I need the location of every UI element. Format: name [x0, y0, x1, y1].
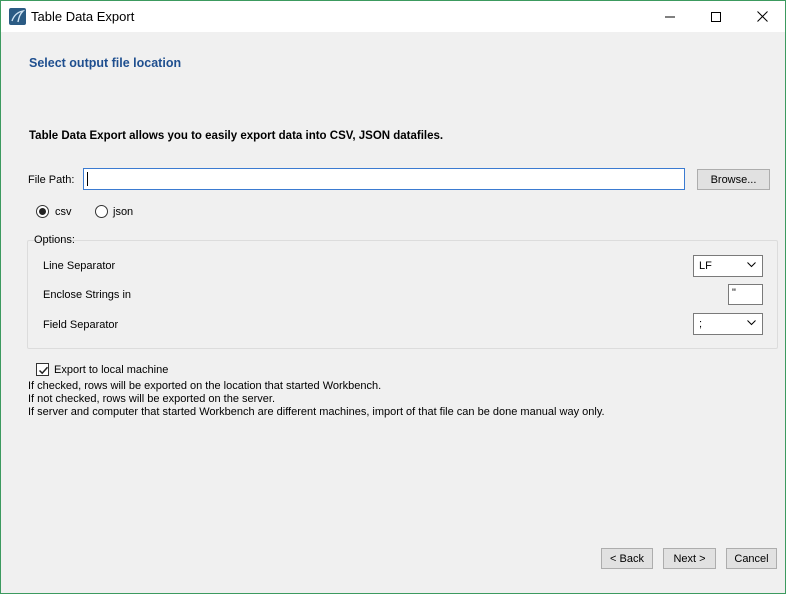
title-bar[interactable]: Table Data Export: [1, 1, 785, 32]
field-separator-select[interactable]: ;: [693, 313, 763, 335]
export-note: If not checked, rows will be exported on…: [28, 393, 276, 405]
next-button[interactable]: Next >: [663, 548, 716, 569]
json-radio-label[interactable]: json: [113, 206, 133, 218]
csv-radio-label[interactable]: csv: [55, 206, 72, 218]
checkmark-icon: [38, 366, 49, 375]
field-separator-label: Field Separator: [43, 319, 119, 331]
json-radio[interactable]: [95, 205, 108, 218]
export-note: If checked, rows will be exported on the…: [28, 380, 382, 392]
window-title: Table Data Export: [31, 9, 135, 24]
dialog-content: Select output file location Table Data E…: [1, 32, 785, 593]
maximize-button[interactable]: [693, 1, 739, 32]
browse-button[interactable]: Browse...: [697, 169, 770, 190]
back-button[interactable]: < Back: [601, 548, 653, 569]
file-path-label: File Path:: [28, 174, 75, 186]
field-separator-value: ;: [699, 318, 703, 330]
cancel-button[interactable]: Cancel: [726, 548, 777, 569]
close-icon: [756, 11, 768, 22]
line-separator-label: Line Separator: [43, 260, 116, 272]
chevron-down-icon: [747, 262, 756, 268]
workbench-app-icon: [9, 8, 26, 25]
enclose-strings-input[interactable]: ": [728, 284, 763, 305]
export-local-label[interactable]: Export to local machine: [54, 364, 168, 376]
minimize-button[interactable]: [647, 1, 693, 32]
text-caret: [87, 172, 88, 186]
csv-radio[interactable]: [36, 205, 49, 218]
export-local-checkbox[interactable]: [36, 363, 49, 376]
line-separator-value: LF: [699, 260, 712, 272]
maximize-icon: [711, 11, 721, 22]
page-heading: Select output file location: [29, 56, 182, 70]
minimize-icon: [665, 16, 675, 17]
intro-text: Table Data Export allows you to easily e…: [29, 130, 444, 142]
file-path-input[interactable]: [83, 168, 685, 190]
options-legend: Options:: [34, 234, 75, 246]
dialog-window: Table Data Export Select output file loc…: [0, 0, 786, 594]
close-button[interactable]: [739, 1, 785, 32]
line-separator-select[interactable]: LF: [693, 255, 763, 277]
options-group: [27, 240, 778, 349]
export-note: If server and computer that started Work…: [28, 406, 605, 418]
enclose-strings-label: Enclose Strings in: [43, 289, 132, 301]
chevron-down-icon: [747, 320, 756, 326]
